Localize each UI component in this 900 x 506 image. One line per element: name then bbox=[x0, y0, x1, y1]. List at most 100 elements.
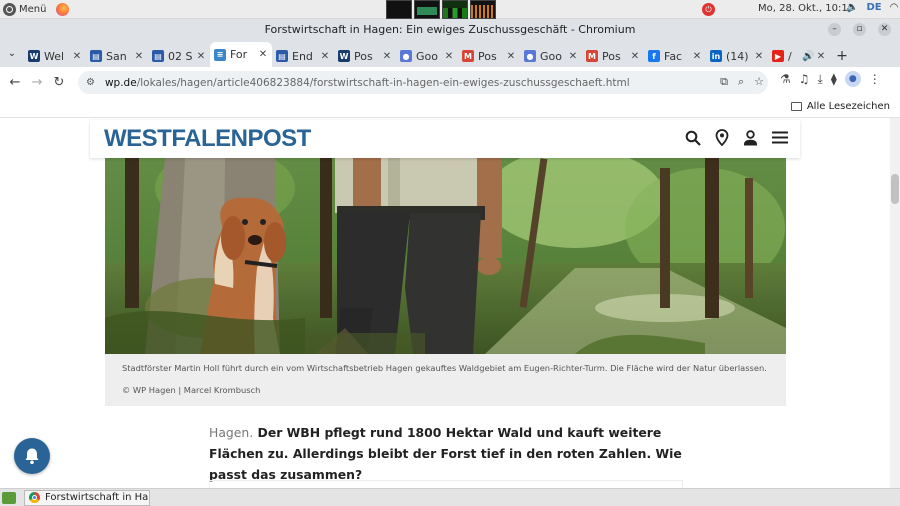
tab-label: For bbox=[230, 48, 248, 61]
close-tab-icon[interactable]: ✕ bbox=[258, 49, 268, 60]
maximize-button[interactable]: ▫ bbox=[853, 23, 866, 36]
reload-button[interactable]: ↻ bbox=[48, 72, 70, 94]
westfalenpost-icon: W bbox=[28, 50, 40, 62]
browser-tab[interactable]: ▤ End ✕ bbox=[272, 45, 334, 67]
browser-tab[interactable]: ▤ 02 S ✕ bbox=[148, 45, 210, 67]
youtube-icon: ▶ bbox=[772, 50, 784, 62]
notification-bell-button[interactable] bbox=[14, 438, 50, 474]
minimize-button[interactable]: – bbox=[828, 23, 841, 36]
tab-label: 02 S bbox=[168, 49, 192, 63]
stack-icon: ≡ bbox=[214, 48, 226, 61]
close-tab-icon[interactable]: ✕ bbox=[692, 51, 702, 62]
article-teaser: Hagen. Der WBH pflegt rund 1800 Hektar W… bbox=[209, 422, 689, 485]
browser-tab[interactable]: ● Goo ✕ bbox=[520, 45, 582, 67]
browser-tab[interactable]: ▶ / 🔊 ✕ bbox=[768, 45, 830, 67]
linkedin-icon: in bbox=[710, 50, 722, 62]
wifi-icon[interactable]: ◠ bbox=[890, 2, 899, 13]
close-tab-icon[interactable]: ✕ bbox=[382, 51, 392, 62]
bookmark-star-icon[interactable]: ☆ bbox=[754, 75, 764, 89]
browser-tab[interactable]: ▤ San ✕ bbox=[86, 45, 148, 67]
page-scrollbar[interactable] bbox=[890, 118, 900, 488]
site-logo[interactable]: WESTFALENPOST bbox=[104, 125, 311, 153]
close-tab-icon[interactable]: ✕ bbox=[72, 51, 82, 62]
system-menu-label: Menü bbox=[19, 3, 47, 15]
tab-search-button[interactable]: ⌄ bbox=[0, 40, 24, 67]
image-caption: Stadtförster Martin Holl führt durch ein… bbox=[122, 363, 767, 373]
tab-label: Goo bbox=[416, 49, 438, 63]
browser-tab[interactable]: W Wel ✕ bbox=[24, 45, 86, 67]
gmail-icon: M bbox=[586, 50, 598, 62]
forward-button[interactable]: → bbox=[26, 72, 48, 94]
facebook-icon: f bbox=[648, 50, 660, 62]
location-pin-icon[interactable] bbox=[715, 129, 729, 146]
profile-avatar-icon[interactable]: ● bbox=[844, 71, 861, 87]
volume-icon[interactable]: 🔈 bbox=[846, 2, 858, 13]
teaser-location: Hagen. bbox=[209, 425, 254, 440]
close-tab-icon[interactable]: ✕ bbox=[444, 51, 454, 62]
labs-icon[interactable]: ⚗ bbox=[780, 72, 791, 86]
browser-tab[interactable]: f Fac ✕ bbox=[644, 45, 706, 67]
doc-icon: ▤ bbox=[90, 50, 102, 62]
hamburger-menu-icon[interactable] bbox=[772, 131, 788, 144]
user-icon: ● bbox=[524, 50, 536, 62]
site-header: WESTFALENPOST bbox=[90, 120, 800, 158]
new-tab-button[interactable]: + bbox=[830, 45, 854, 67]
media-control-icon[interactable]: ♫ bbox=[799, 72, 810, 86]
search-icon[interactable] bbox=[685, 130, 701, 146]
browser-tab[interactable]: ≡ For ✕ bbox=[210, 42, 272, 67]
close-window-button[interactable]: ✕ bbox=[878, 23, 891, 36]
site-info-icon[interactable]: ⚙ bbox=[86, 77, 95, 88]
taskbar-window-button[interactable]: Forstwirtschaft in Ha... bbox=[24, 489, 150, 506]
close-tab-icon[interactable]: ✕ bbox=[134, 51, 144, 62]
keyboard-layout[interactable]: DE bbox=[866, 2, 881, 13]
extensions-icon[interactable]: ⧫ bbox=[831, 72, 837, 86]
close-tab-icon[interactable]: ✕ bbox=[816, 51, 826, 62]
close-tab-icon[interactable]: ✕ bbox=[754, 51, 764, 62]
image-caption-box: Stadtförster Martin Holl führt durch ein… bbox=[105, 354, 786, 406]
clock[interactable]: Mo, 28. Okt., 10:10 bbox=[758, 3, 854, 14]
back-button[interactable]: ← bbox=[4, 72, 26, 94]
system-top-bar: Menü ⏻ Mo, 28. Okt., 10:10 🔈 DE ◠ bbox=[0, 0, 900, 19]
tab-label: Fac bbox=[664, 49, 683, 63]
firefox-icon[interactable] bbox=[56, 2, 70, 16]
memory-monitor bbox=[414, 0, 440, 19]
address-bar[interactable]: ⚙ wp.de/lokales/hagen/article406823884/f… bbox=[78, 71, 768, 94]
browser-tab[interactable]: W Pos ✕ bbox=[334, 45, 396, 67]
all-bookmarks-button[interactable]: Alle Lesezeichen bbox=[790, 101, 890, 112]
tab-label: / bbox=[788, 49, 792, 63]
power-icon[interactable]: ⏻ bbox=[702, 3, 715, 16]
doc-icon: ▤ bbox=[152, 50, 164, 62]
tab-label: Goo bbox=[540, 49, 562, 63]
window-title: Forstwirtschaft in Hagen: Ein ewiges Zus… bbox=[264, 23, 636, 36]
bell-icon bbox=[25, 448, 39, 465]
close-tab-icon[interactable]: ✕ bbox=[320, 51, 330, 62]
content-box bbox=[209, 480, 683, 488]
browser-tab[interactable]: M Pos ✕ bbox=[582, 45, 644, 67]
tab-label: Pos bbox=[602, 49, 621, 63]
close-tab-icon[interactable]: ✕ bbox=[196, 51, 206, 62]
all-bookmarks-label: Alle Lesezeichen bbox=[806, 101, 890, 112]
show-desktop-icon[interactable] bbox=[2, 491, 16, 504]
scrollbar-thumb[interactable] bbox=[891, 174, 899, 204]
close-tab-icon[interactable]: ✕ bbox=[568, 51, 578, 62]
browser-toolbar: ← → ↻ ⚙ wp.de/lokales/hagen/article40682… bbox=[0, 67, 900, 98]
url-path: /lokales/hagen/article406823884/forstwir… bbox=[136, 76, 630, 89]
audio-playing-icon[interactable]: 🔊 bbox=[802, 51, 814, 62]
close-tab-icon[interactable]: ✕ bbox=[630, 51, 640, 62]
browser-tab[interactable]: M Pos ✕ bbox=[458, 45, 520, 67]
install-app-icon[interactable]: ⧉ bbox=[720, 75, 728, 89]
account-icon[interactable] bbox=[743, 129, 758, 146]
browser-menu-icon[interactable]: ⋮ bbox=[869, 72, 881, 86]
doc-icon: ▤ bbox=[276, 50, 288, 62]
close-tab-icon[interactable]: ✕ bbox=[506, 51, 516, 62]
network-monitor bbox=[442, 0, 468, 19]
browser-tab[interactable]: ● Goo ✕ bbox=[396, 45, 458, 67]
image-credit: © WP Hagen | Marcel Krombusch bbox=[122, 385, 261, 395]
downloads-icon[interactable]: ⤓ bbox=[818, 72, 823, 87]
cpu-monitor bbox=[386, 0, 412, 19]
gmail-icon: M bbox=[462, 50, 474, 62]
browser-tab[interactable]: in (14) ✕ bbox=[706, 45, 768, 67]
zoom-icon[interactable]: ⌕ bbox=[738, 75, 744, 89]
system-menu-button[interactable]: Menü bbox=[3, 2, 70, 16]
mint-logo-icon bbox=[3, 2, 16, 16]
